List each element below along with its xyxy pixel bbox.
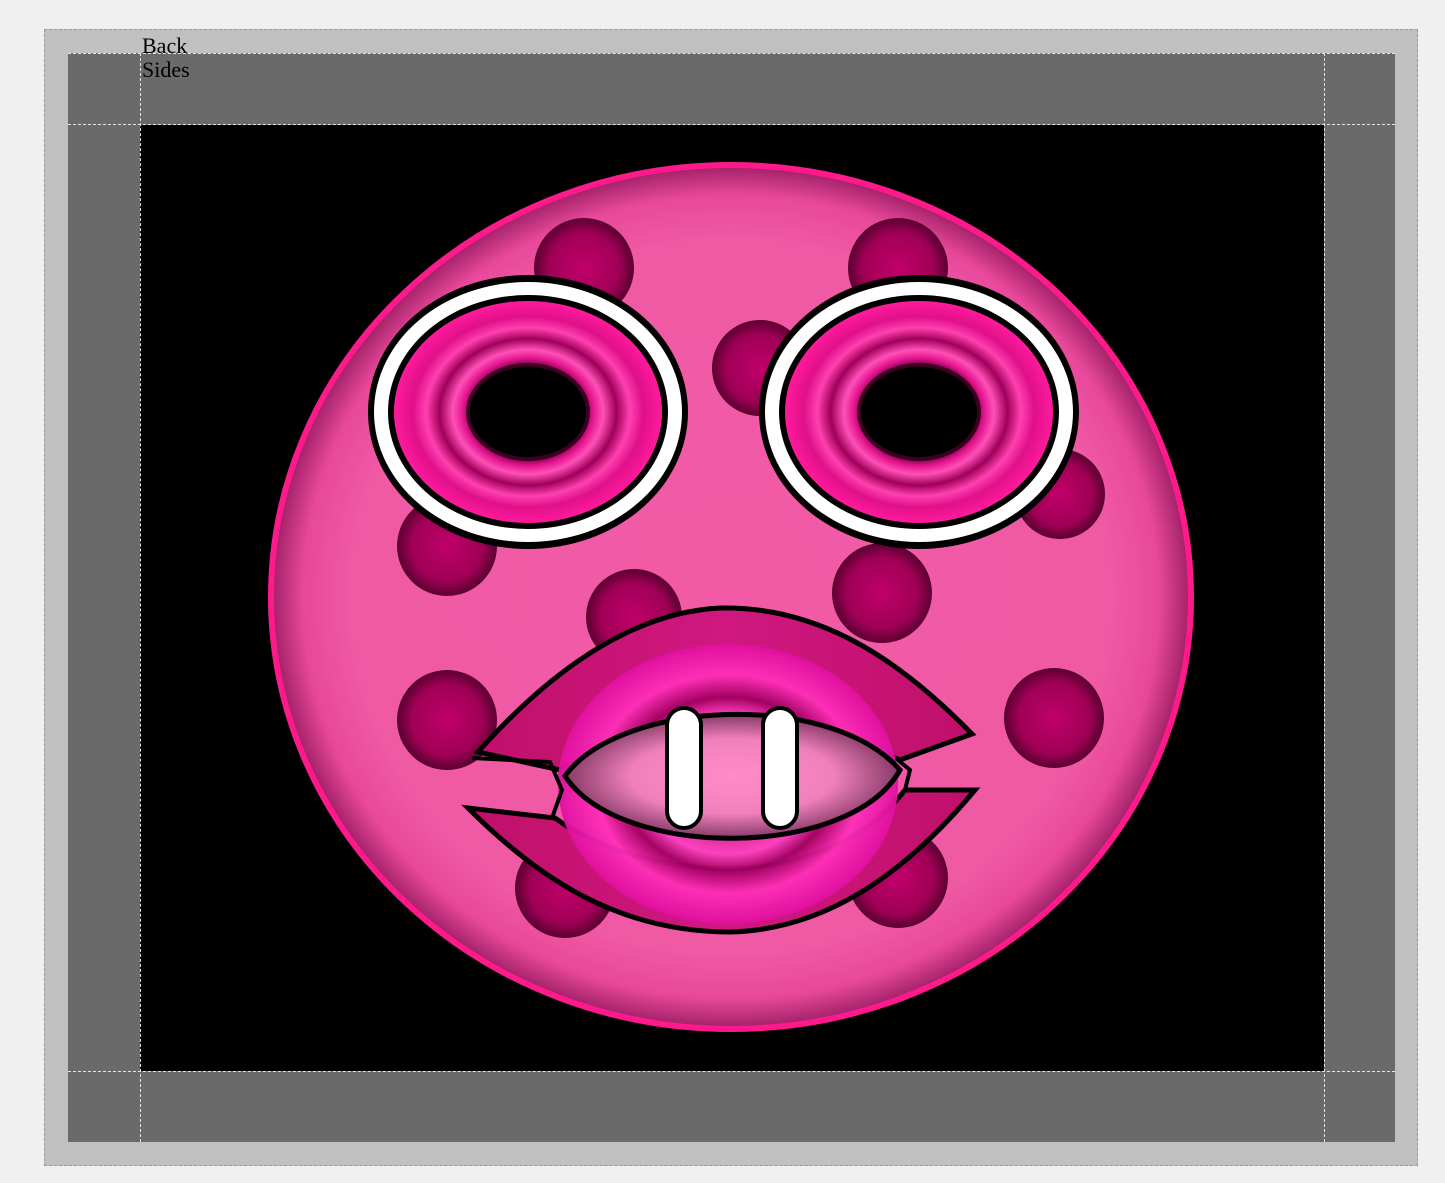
tooth-left <box>665 706 703 830</box>
face-icon <box>268 162 1194 1032</box>
left-eye <box>368 275 688 549</box>
right-eye <box>759 275 1079 549</box>
tooth-right <box>761 706 799 830</box>
